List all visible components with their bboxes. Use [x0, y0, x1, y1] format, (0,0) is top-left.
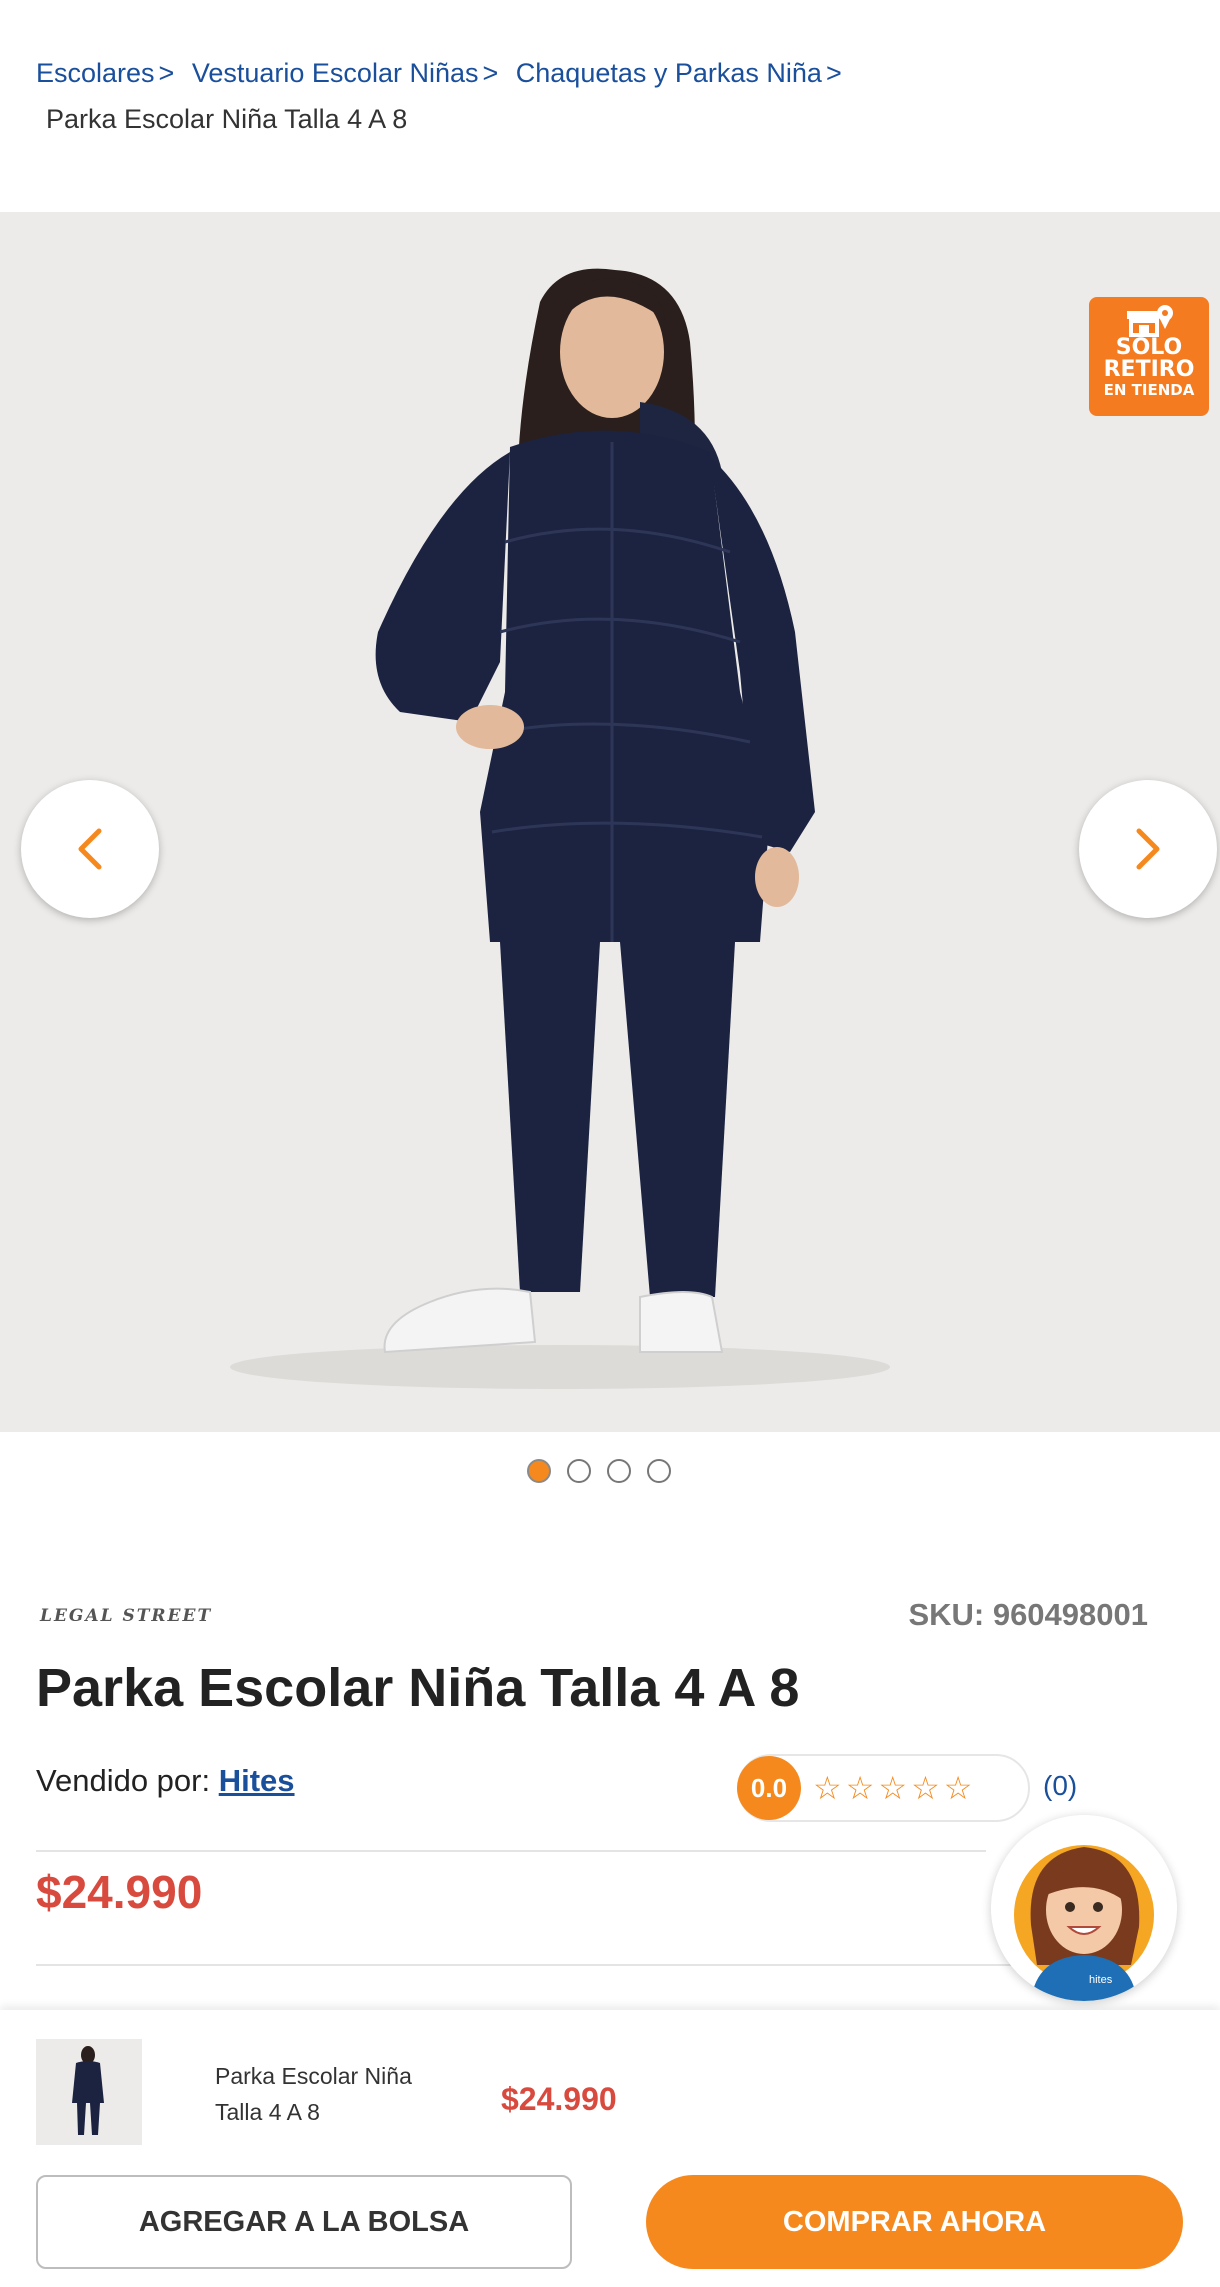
seller-info: Vendido por: Hites	[36, 1763, 295, 1799]
product-title: Parka Escolar Niña Talla 4 A 8	[36, 1658, 800, 1718]
assistant-avatar-icon: hites	[991, 1815, 1177, 2001]
badge-text-solo: SOLO	[1115, 335, 1183, 360]
product-photo	[0, 212, 1220, 1432]
virtual-assistant-button[interactable]: hites	[991, 1815, 1177, 2001]
breadcrumb-current: Parka Escolar Niña Talla 4 A 8	[46, 104, 408, 134]
sticky-purchase-bar: Parka Escolar Niña Talla 4 A 8 $24.990 A…	[0, 2010, 1220, 2287]
badge-text-en-tienda: EN TIENDA	[1103, 381, 1195, 399]
gallery-dot[interactable]	[647, 1459, 671, 1483]
sticky-product-thumbnail	[36, 2039, 142, 2145]
product-price: $24.990	[36, 1866, 203, 1918]
seller-label: Vendido por:	[36, 1763, 211, 1798]
breadcrumb-link-chaquetas-parkas[interactable]: Chaquetas y Parkas Niña	[516, 58, 822, 88]
rating-count[interactable]: (0)	[1043, 1770, 1077, 1802]
breadcrumb: Escolares > Vestuario Escolar Niñas > Chaq…	[36, 50, 1186, 142]
rating-widget[interactable]: 0.0 ☆☆☆☆☆	[737, 1754, 1030, 1822]
add-to-bag-button[interactable]: AGREGAR A LA BOLSA	[36, 2175, 572, 2269]
gallery-pagination	[527, 1459, 671, 1483]
buy-now-button[interactable]: COMPRAR AHORA	[646, 2175, 1183, 2269]
gallery-prev-button[interactable]	[21, 780, 159, 918]
badge-text-retiro: RETIRO	[1103, 357, 1195, 382]
seller-link[interactable]: Hites	[219, 1763, 295, 1798]
product-sku: SKU: 960498001	[908, 1597, 1148, 1632]
breadcrumb-link-vestuario-escolar-ninas[interactable]: Vestuario Escolar Niñas	[192, 58, 479, 88]
chevron-right-icon	[1136, 828, 1160, 870]
gallery-dot[interactable]	[567, 1459, 591, 1483]
solo-retiro-badge: SOLO RETIRO EN TIENDA	[1089, 297, 1209, 416]
assistant-label: hites	[1089, 1974, 1113, 1986]
gallery-dot[interactable]	[527, 1459, 551, 1483]
divider	[36, 1850, 986, 1852]
chevron-left-icon	[78, 828, 102, 870]
breadcrumb-separator: >	[482, 58, 499, 88]
breadcrumb-link-escolares[interactable]: Escolares	[36, 58, 155, 88]
store-pin-icon	[1127, 305, 1173, 337]
divider	[36, 1964, 1026, 1966]
breadcrumb-separator: >	[158, 58, 175, 88]
sticky-product-name: Parka Escolar Niña Talla 4 A 8	[215, 2063, 412, 2125]
gallery-dot[interactable]	[607, 1459, 631, 1483]
star-rating-icons: ☆☆☆☆☆	[813, 1769, 977, 1807]
rating-score: 0.0	[737, 1756, 801, 1820]
brand-logo[interactable]: LEGAL STREET	[40, 1606, 212, 1626]
product-gallery[interactable]: SOLO RETIRO EN TIENDA	[0, 212, 1220, 1432]
sticky-product-price: $24.990	[501, 2081, 617, 2117]
breadcrumb-separator: >	[825, 58, 842, 88]
gallery-next-button[interactable]	[1079, 780, 1217, 918]
